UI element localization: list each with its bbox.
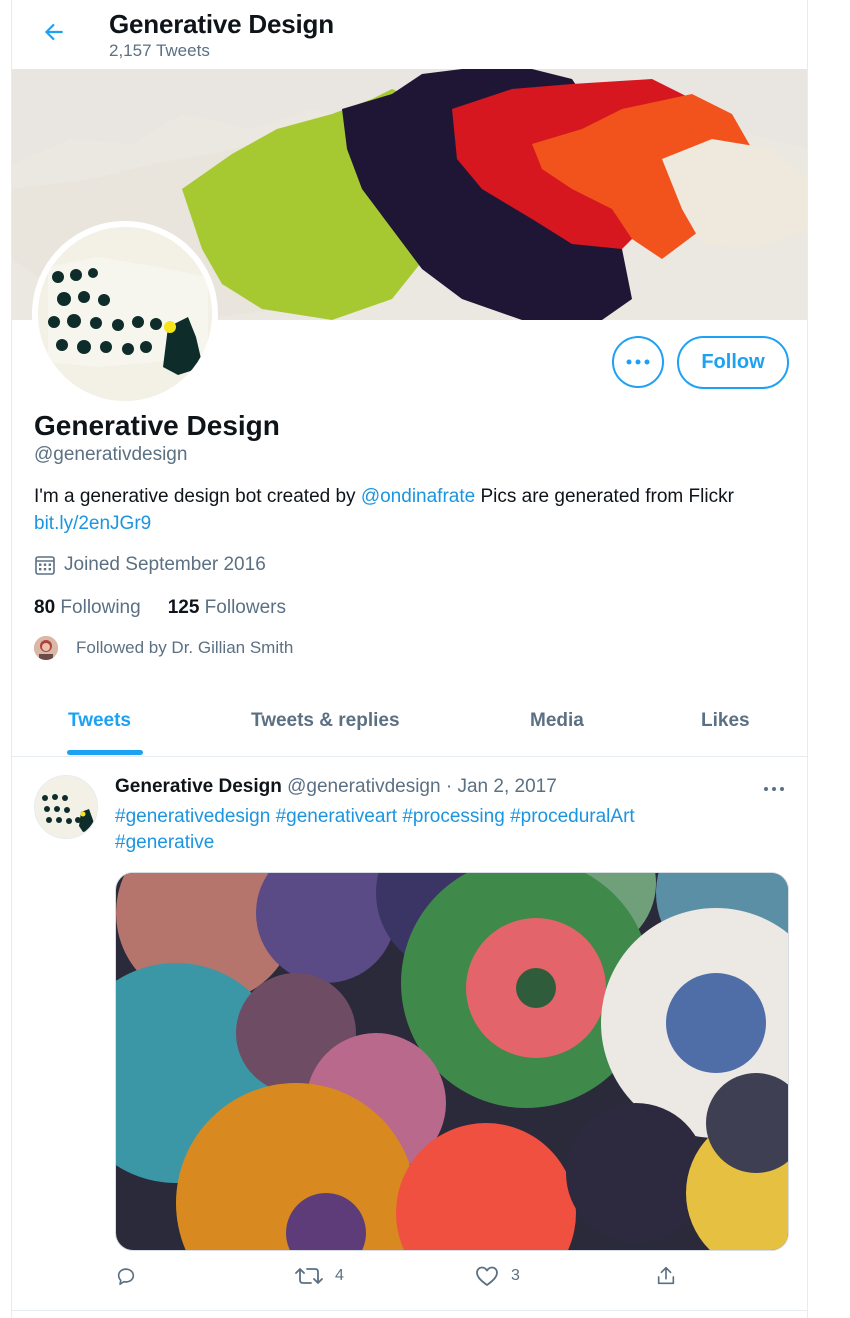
header-title: Generative Design: [109, 9, 334, 39]
tweet[interactable]: Generative Design @generativdesign · Jan…: [12, 757, 807, 1311]
hashtag-link[interactable]: #generativedesign: [115, 806, 270, 827]
follow-button[interactable]: Follow: [677, 336, 789, 389]
arrow-left-icon: [44, 23, 63, 41]
profile-avatar[interactable]: [32, 221, 218, 407]
tweet-avatar[interactable]: [34, 775, 98, 839]
retweet-count: 4: [335, 1267, 344, 1284]
joined-label: Joined September 2016: [64, 554, 266, 575]
header-tweet-count: 2,157 Tweets: [109, 41, 210, 60]
hashtag-link[interactable]: #generative: [115, 832, 214, 853]
following-link[interactable]: 80 Following: [34, 597, 141, 619]
back-button[interactable]: [36, 14, 72, 50]
tab-tweets[interactable]: Tweets: [68, 686, 131, 756]
followed-by-label: Followed by Dr. Gillian Smith: [76, 638, 294, 657]
heart-icon: [476, 1266, 498, 1286]
hashtag-link[interactable]: #generativeart: [276, 806, 397, 827]
profile-tabs: Tweets Tweets & replies Media Likes: [12, 686, 807, 757]
more-icon: [626, 359, 650, 365]
tweet-media-image[interactable]: [115, 872, 789, 1251]
avatar-image: [38, 227, 212, 401]
retweet-button[interactable]: 4: [295, 1265, 344, 1287]
profile-name: Generative Design: [34, 410, 280, 441]
followers-link[interactable]: 125 Followers: [168, 597, 286, 619]
tweet-date[interactable]: Jan 2, 2017: [457, 776, 556, 797]
joined-date: Joined September 2016: [34, 554, 266, 576]
retweet-icon: [295, 1268, 323, 1284]
bio-text-1: I'm a generative design bot created by: [34, 486, 361, 507]
tweet-separator: ·: [440, 776, 458, 797]
hashtag-link[interactable]: #proceduralArt: [510, 806, 635, 827]
tweet-header: Generative Design @generativdesign · Jan…: [115, 776, 557, 798]
share-icon: [657, 1266, 675, 1285]
reply-icon: [117, 1268, 135, 1286]
tweet-text: #generativedesign #generativeart #proces…: [115, 804, 755, 856]
following-count: 80: [34, 597, 56, 618]
reply-button[interactable]: [115, 1265, 149, 1287]
bio-url-link[interactable]: bit.ly/2enJGr9: [34, 513, 151, 534]
more-options-button[interactable]: [612, 336, 664, 388]
tweet-author[interactable]: Generative Design: [115, 776, 282, 797]
hashtag-link[interactable]: #processing: [402, 806, 504, 827]
bio-mention-link[interactable]: @ondinafrate: [361, 486, 475, 507]
calendar-icon: [35, 556, 55, 575]
followers-count: 125: [167, 597, 200, 618]
generative-art-image: [116, 873, 788, 1250]
following-label: Following: [60, 597, 141, 618]
tab-media[interactable]: Media: [530, 686, 584, 756]
tweet-actions: 4 3: [115, 1265, 695, 1297]
active-tab-indicator: [67, 750, 143, 755]
tweet-handle[interactable]: @generativdesign: [287, 776, 440, 797]
tab-tweets-replies[interactable]: Tweets & replies: [251, 686, 400, 756]
more-icon[interactable]: [762, 779, 786, 799]
like-button[interactable]: 3: [475, 1265, 520, 1287]
tab-likes[interactable]: Likes: [701, 686, 750, 756]
bio-text-2: Pics are generated from Flickr: [475, 486, 734, 507]
profile-bio: I'm a generative design bot created by @…: [34, 483, 794, 537]
like-count: 3: [511, 1267, 520, 1284]
share-button[interactable]: [655, 1265, 689, 1287]
profile-handle: @generativdesign: [34, 444, 188, 465]
profile-column: Generative Design 2,157 Tweets Follow Ge…: [11, 0, 808, 1318]
followers-label: Followers: [204, 597, 286, 618]
follower-avatar: [34, 636, 58, 660]
followed-by[interactable]: Followed by Dr. Gillian Smith: [34, 636, 293, 660]
follow-stats: 80 Following 125 Followers: [34, 597, 286, 619]
top-bar: Generative Design 2,157 Tweets: [12, 0, 807, 68]
